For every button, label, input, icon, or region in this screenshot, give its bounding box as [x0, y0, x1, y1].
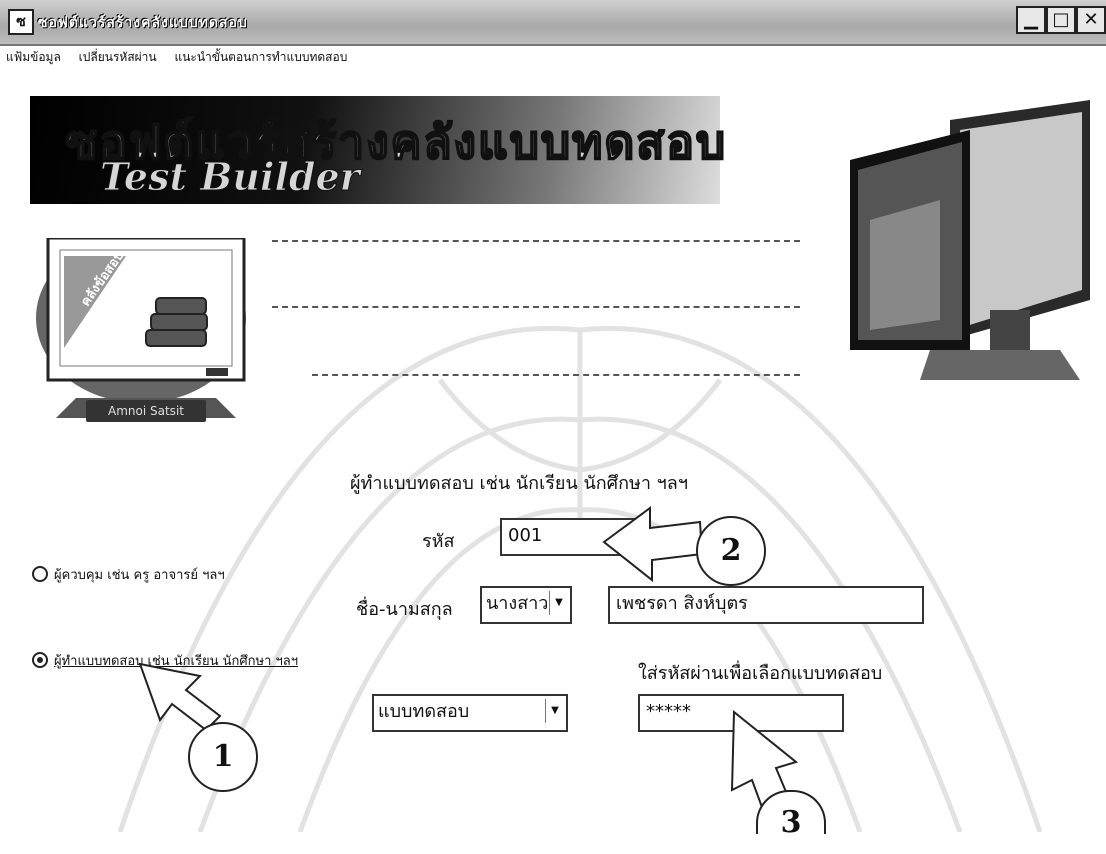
callout-badge-1: 1 [188, 722, 258, 792]
arrow-2-icon [602, 506, 704, 583]
arrow-1-icon [138, 662, 222, 732]
annotation-arrows [138, 506, 799, 820]
callout-badge-2: 2 [696, 516, 766, 586]
